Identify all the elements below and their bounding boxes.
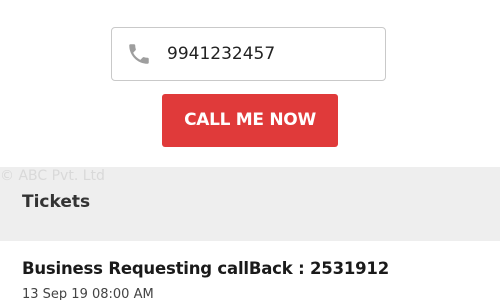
tickets-header-band: © ABC Pvt. Ltd Tickets [0,167,500,241]
tickets-heading: Tickets [22,192,91,212]
ticket-datetime: 13 Sep 19 08:00 AM [22,287,154,300]
phone-input[interactable] [167,39,367,69]
page: CALL ME NOW © ABC Pvt. Ltd Tickets Busin… [0,0,500,300]
call-me-now-button[interactable]: CALL ME NOW [162,94,338,147]
watermark: © ABC Pvt. Ltd [0,168,105,184]
ticket-title: Business Requesting callBack : 2531912 [22,259,389,278]
phone-field[interactable] [111,27,386,81]
phone-icon [125,40,153,68]
ticket-list-item[interactable]: Business Requesting callBack : 2531912 1… [0,241,500,300]
